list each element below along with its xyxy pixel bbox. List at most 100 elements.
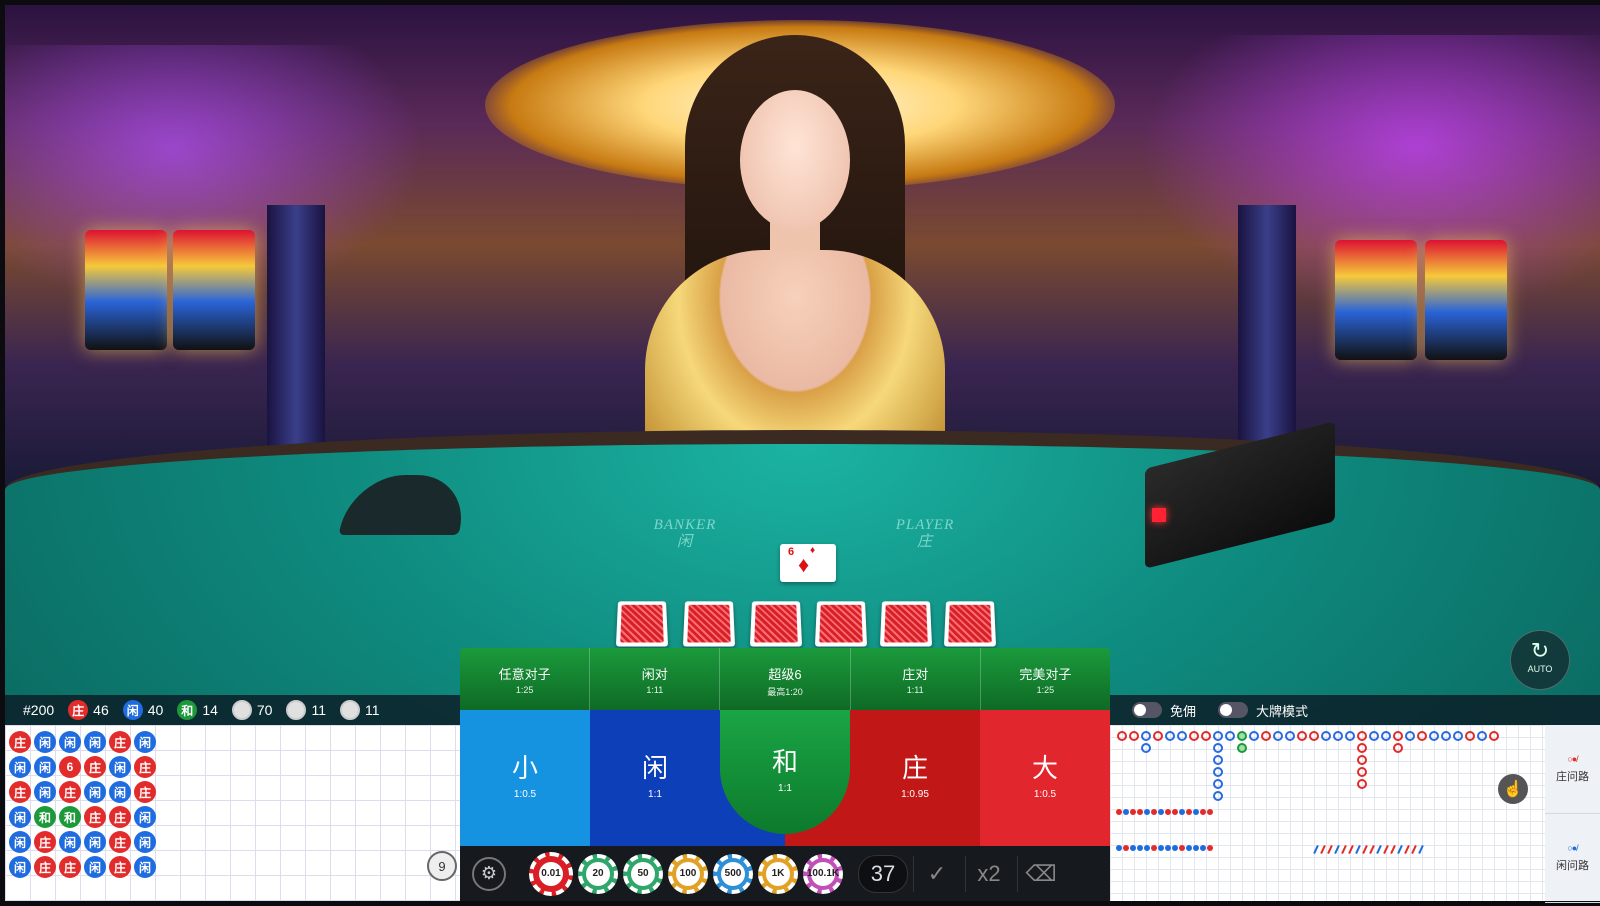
road-ring [1357,743,1367,753]
bet-count-display: 37 [858,854,908,893]
bet-odds: 1:25 [1036,685,1055,695]
bet-player-pair[interactable]: 闲对 1:11 [590,648,721,710]
toggle-bar: 免佣 大牌模式 [1110,695,1600,725]
chip-500[interactable]: 500 [713,853,753,894]
road-column [1296,730,1308,802]
road-column [1464,730,1476,802]
cockroach-road [1116,845,1213,851]
road-column [1188,730,1200,802]
chip-value: 100.1K [807,861,839,886]
bet-name: 庄 [901,753,928,783]
bet-player[interactable]: 闲 1:1 [590,710,720,846]
bet-super-6[interactable]: 超级6 最高1:20 [720,648,851,710]
road-ring [1369,731,1379,741]
bead: 闲 [134,731,156,753]
bet-perfect-pair[interactable]: 完美对子 1:25 [981,648,1110,710]
player-area-label: PLAYER 庄 [875,517,975,551]
road-slash [1376,844,1382,855]
road-column [1140,730,1152,802]
road-dot [1165,809,1171,815]
road-ring [1213,767,1223,777]
road-slash [1390,844,1396,855]
tab-player-ask[interactable]: ○●/ 闲问路 [1545,814,1600,903]
confirm-check-icon[interactable]: ✓ [913,855,960,892]
bead: 闲 [59,831,81,853]
bet-banker[interactable]: 庄 1:0.95 [850,710,980,846]
road-column [1320,730,1332,802]
road-ring [1141,731,1151,741]
slot-machine [1335,240,1417,360]
chip-1K[interactable]: 1K [758,853,798,894]
bet-name: 闲对 [641,667,668,682]
bet-small[interactable]: 小 1:0.5 [460,710,590,846]
bet-name: 庄对 [902,667,929,682]
road-ring [1261,731,1271,741]
bet-tie[interactable]: 和 1:1 [720,710,850,834]
road-dot [1130,845,1136,851]
road-dot [1158,845,1164,851]
bead: 庄 [84,806,106,828]
settings-gear-icon[interactable]: ⚙ [472,856,506,891]
stat-count: 70 [256,702,273,718]
road-column [1452,730,1464,802]
chip-0.01[interactable]: 0.01 [529,851,573,896]
road-ring [1489,731,1499,741]
road-ring [1117,731,1127,741]
road-column [1368,730,1380,802]
bet-banker-pair[interactable]: 庄对 1:11 [851,648,981,710]
big-road-panel [1110,725,1545,901]
auto-label: AUTO [1527,664,1553,674]
bet-name: 大 [1031,753,1058,783]
road-column [1200,730,1212,802]
chip-value: 500 [721,861,745,886]
bead-road: 庄闲闲闲庄闲闲闲6庄闲庄庄闲庄闲闲庄闲和和庄庄闲闲庄闲闲庄闲闲庄庄闲庄闲 9 [5,725,460,901]
bet-big[interactable]: 大 1:0.5 [980,710,1110,846]
road-ring [1477,731,1487,741]
slot-machine [85,230,167,350]
road-column [1236,730,1248,802]
road-ring [1237,731,1247,741]
chip-100[interactable]: 100 [668,853,708,894]
road-ring [1429,731,1439,741]
chip-20[interactable]: 20 [578,853,618,894]
banker-label-cn: 闲 [676,534,693,550]
road-column [1404,730,1416,802]
bead: 庄 [109,731,131,753]
tie-count: 14 [202,702,218,718]
road-slash [1362,844,1368,855]
ask-road-icon: ○●/ [1567,754,1578,764]
bead: 和 [34,806,56,828]
chip-value: 0.01 [539,861,563,886]
bead: 闲 [84,831,106,853]
bet-name: 闲 [641,753,668,783]
bead: 闲 [134,831,156,853]
road-column [1152,730,1164,802]
auto-button[interactable]: ↻ AUTO [1510,630,1570,690]
bead: 闲 [9,806,31,828]
commission-free-toggle[interactable]: 免佣 [1132,701,1196,720]
chip-100.1K[interactable]: 100.1K [803,853,843,894]
road-dot [1193,809,1199,815]
bead: 庄 [59,856,81,878]
banker-count: 46 [93,702,109,718]
stats-bar: #200 庄 46 闲 40 和 14 70 11 11 [5,695,460,725]
road-ring [1441,731,1451,741]
stat-count: 11 [311,702,327,718]
road-dot [1200,845,1206,851]
tab-banker-ask[interactable]: ○●/ 庄问路 [1545,725,1600,814]
double-bet-button[interactable]: x2 [965,855,1012,892]
bead: 闲 [9,856,31,878]
bead: 庄 [9,731,31,753]
undo-eraser-icon[interactable]: ⌫ [1017,855,1064,892]
chip-50[interactable]: 50 [623,853,663,894]
bet-any-pair[interactable]: 任意对子 1:25 [460,648,591,710]
road-column [1284,730,1296,802]
hand-pointer-icon[interactable]: ☝ [1498,774,1528,804]
road-dot [1172,845,1178,851]
dealer [645,35,945,485]
toggle-label: 免佣 [1170,703,1197,719]
big-card-mode-toggle[interactable]: 大牌模式 [1218,701,1308,720]
card-rank: 6 [788,546,795,558]
shoe-count-badge: 9 [427,851,457,881]
bet-odds: 1:0.5 [513,789,537,800]
